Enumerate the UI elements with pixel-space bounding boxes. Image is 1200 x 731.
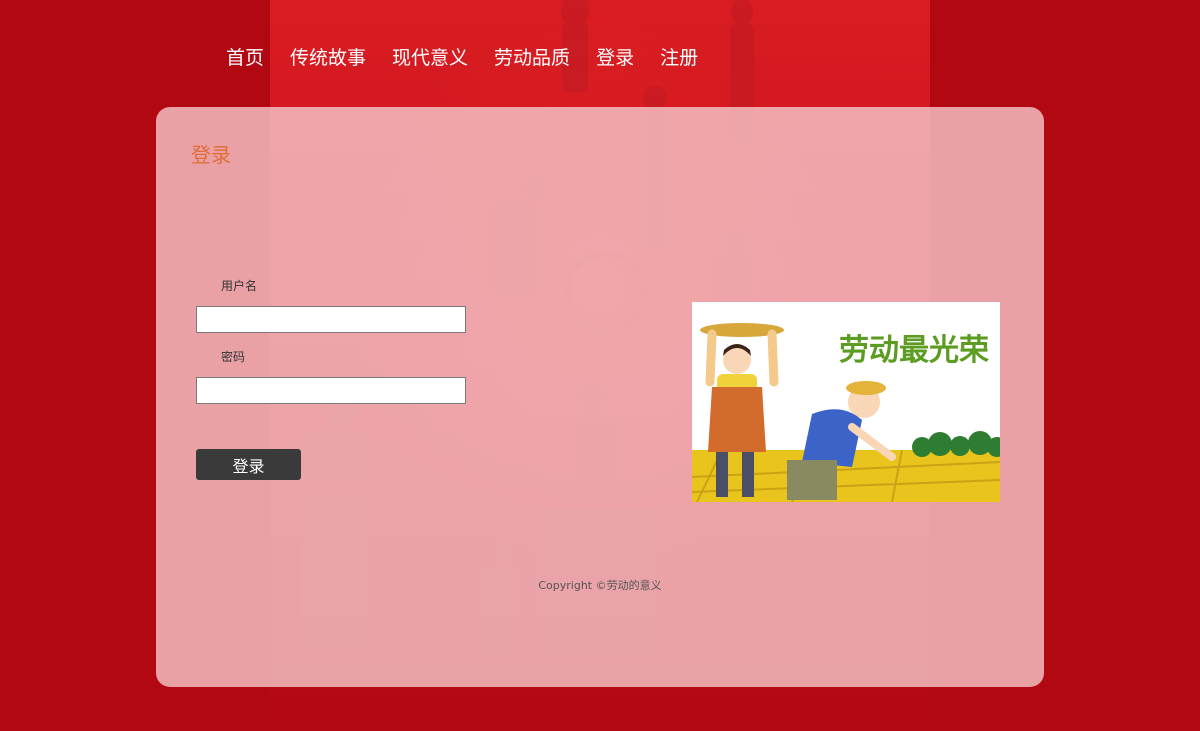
main-nav: 首页 传统故事 现代意义 劳动品质 登录 注册 — [226, 44, 698, 72]
username-label: 用户名 — [221, 279, 258, 293]
nav-item-traditional-stories[interactable]: 传统故事 — [290, 44, 366, 72]
nav-item-labor-quality[interactable]: 劳动品质 — [494, 44, 570, 72]
copyright-footer: Copyright ©劳动的意义 — [538, 579, 662, 592]
page-title: 登录 — [191, 143, 231, 167]
nav-item-home[interactable]: 首页 — [226, 44, 264, 72]
login-panel: 登录 用户名 密码 登录 劳动最光荣 Copyright ©劳动的意义 — [156, 107, 1044, 687]
login-button[interactable]: 登录 — [196, 449, 301, 480]
nav-item-login[interactable]: 登录 — [596, 44, 634, 72]
nav-item-register[interactable]: 注册 — [660, 44, 698, 72]
illustration-caption: 劳动最光荣 — [839, 333, 989, 368]
nav-item-modern-meaning[interactable]: 现代意义 — [392, 44, 468, 72]
password-input[interactable] — [196, 377, 466, 404]
labor-illustration: 劳动最光荣 — [692, 302, 1000, 502]
labor-illustration-art: 劳动最光荣 — [692, 302, 1000, 502]
username-input[interactable] — [196, 306, 466, 333]
password-label: 密码 — [221, 350, 246, 364]
